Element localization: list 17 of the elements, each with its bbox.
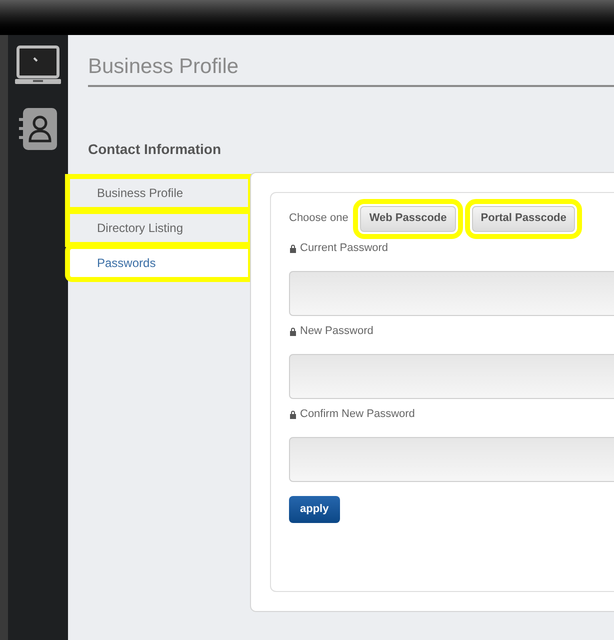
field-label: Confirm New Password [300, 407, 415, 422]
nav-item[interactable]: Passwords [68, 246, 250, 278]
section-title: Contact Information [88, 140, 222, 158]
contact-book-icon[interactable] [18, 107, 58, 151]
laptop-icon[interactable] [15, 45, 61, 85]
nav-item[interactable]: Business Profile [68, 176, 250, 208]
password-field[interactable] [289, 436, 614, 482]
field-label: Current Password [300, 241, 388, 256]
page-title: Business Profile [88, 54, 240, 80]
chooser-label: Choose one [289, 211, 348, 226]
field-label: New Password [300, 324, 374, 340]
apply-button[interactable]: apply [289, 496, 340, 522]
password-field[interactable] [289, 270, 614, 316]
lock-icon [289, 410, 297, 419]
password-field[interactable] [289, 354, 614, 398]
lock-icon [289, 327, 297, 336]
lock-icon [289, 244, 297, 253]
